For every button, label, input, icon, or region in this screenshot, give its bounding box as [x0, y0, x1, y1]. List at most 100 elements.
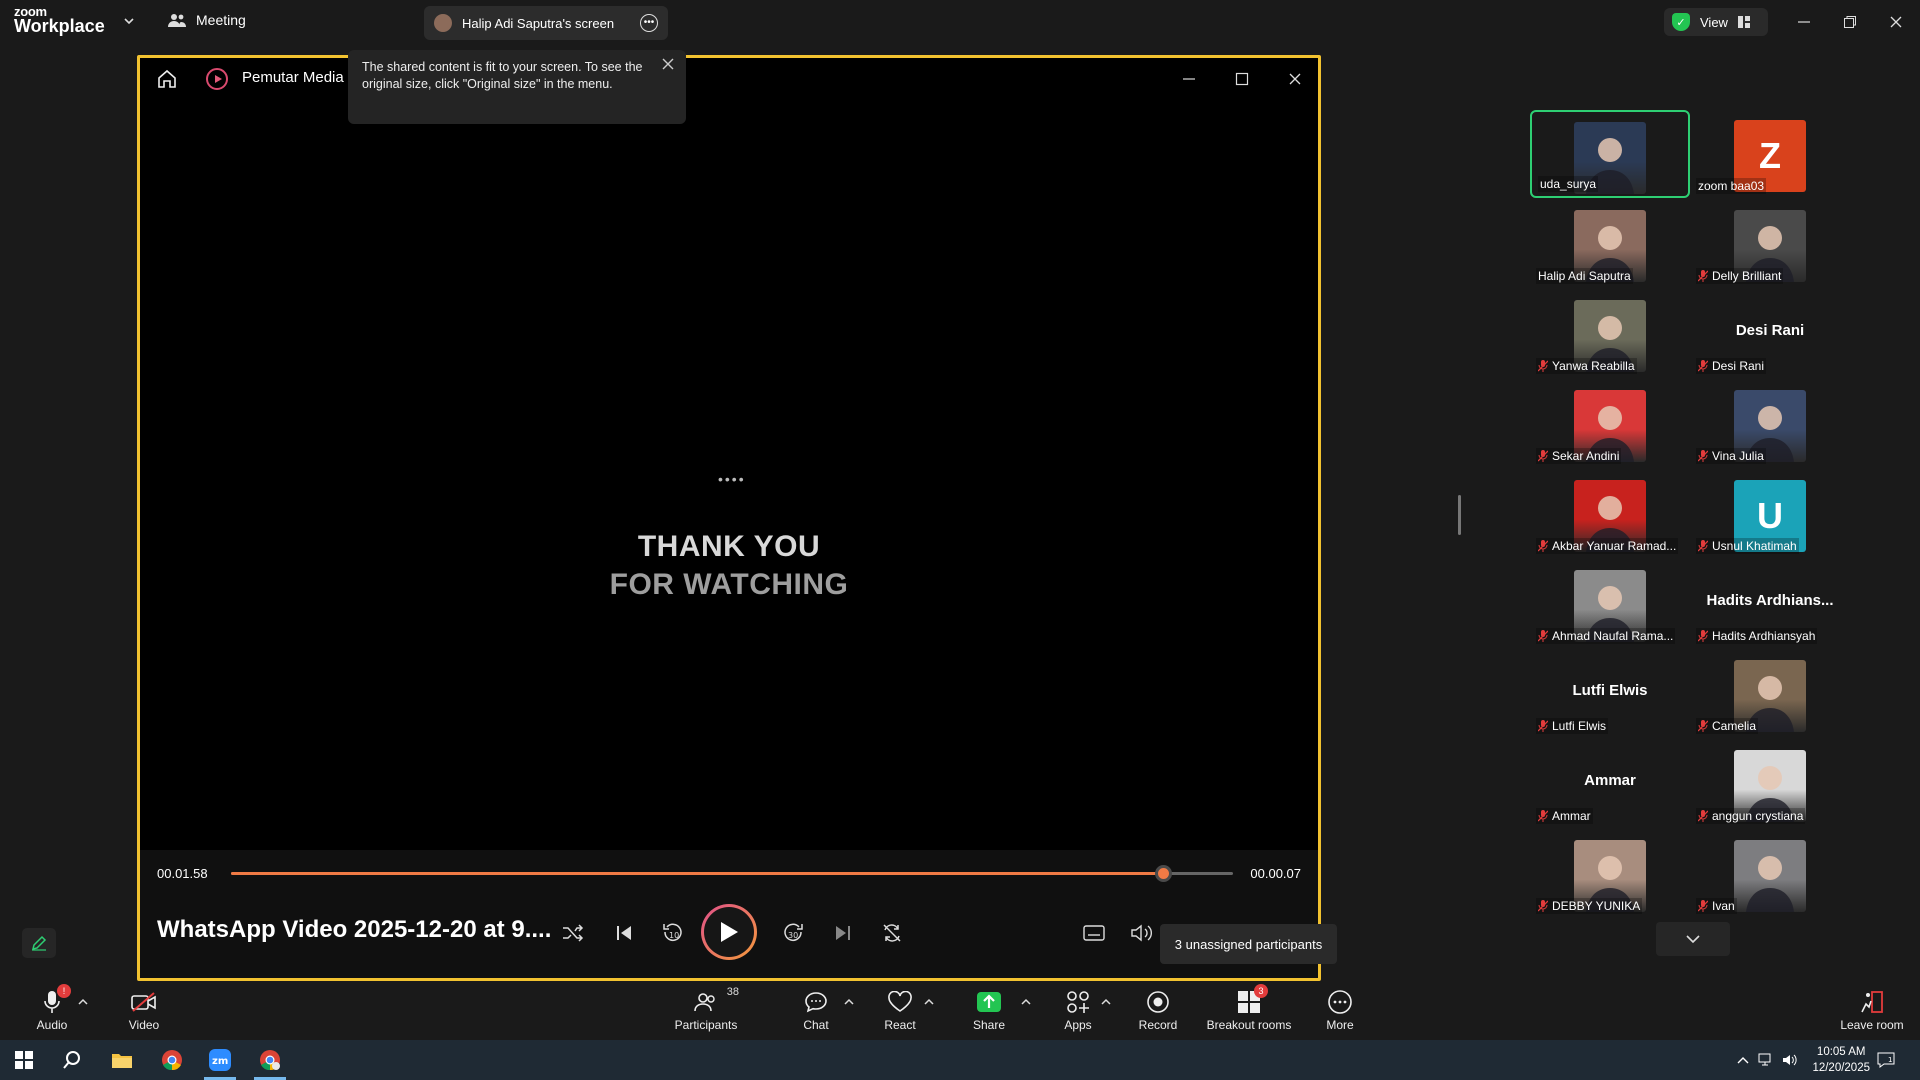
- chevron-up-icon[interactable]: [77, 996, 89, 1008]
- participant-name-label: Sekar Andini: [1552, 449, 1620, 463]
- view-button[interactable]: ✓ View: [1664, 8, 1768, 36]
- participant-name: Ahmad Naufal Rama...: [1536, 628, 1676, 644]
- meeting-label: Meeting: [196, 12, 246, 28]
- participant-tile[interactable]: Vina Julia: [1690, 380, 1850, 468]
- annotate-button[interactable]: [22, 928, 56, 958]
- audio-button[interactable]: ! Audio: [4, 984, 100, 1032]
- participant-video: [1734, 840, 1806, 912]
- participant-name: zoom baa03: [1696, 178, 1767, 194]
- participant-tile[interactable]: DEBBY YUNIKA: [1530, 830, 1690, 918]
- forward-30-icon[interactable]: 30: [778, 918, 808, 948]
- chrome-icon[interactable]: [148, 1040, 196, 1080]
- participant-name: anggun crystiana: [1696, 808, 1806, 824]
- participant-tile[interactable]: Halip Adi Saputra: [1530, 200, 1690, 288]
- meeting-tab[interactable]: Meeting: [168, 12, 246, 28]
- maximize-icon[interactable]: [1229, 66, 1255, 92]
- avatar: [434, 14, 452, 32]
- video-off-icon: [131, 992, 156, 1012]
- chat-button[interactable]: Chat: [768, 988, 864, 1032]
- seek-slider[interactable]: [231, 865, 1233, 882]
- next-icon[interactable]: [828, 918, 858, 948]
- zoom-app-icon[interactable]: zm: [196, 1040, 244, 1080]
- title-bar: zoom Workplace Meeting Halip Adi Saputra…: [0, 0, 1920, 44]
- participant-tile[interactable]: uda_surya: [1530, 110, 1690, 198]
- leave-room-button[interactable]: Leave room: [1824, 988, 1920, 1032]
- media-player-logo-icon: [206, 68, 228, 90]
- minimize-icon[interactable]: [1792, 10, 1816, 34]
- play-button[interactable]: [701, 904, 757, 960]
- more-button[interactable]: More: [1292, 988, 1388, 1032]
- file-explorer-icon[interactable]: [98, 1040, 146, 1080]
- gallery-scroll-down[interactable]: [1656, 922, 1730, 956]
- clock-time: 10:05 AM: [1816, 1046, 1866, 1058]
- notifications-icon[interactable]: 1: [1876, 1050, 1896, 1070]
- participant-tile[interactable]: Ivan: [1690, 830, 1850, 918]
- chevron-up-icon[interactable]: [923, 996, 935, 1008]
- participant-name: Desi Rani: [1696, 358, 1767, 374]
- participant-tile[interactable]: Ammar Ammar: [1530, 740, 1690, 828]
- network-icon[interactable]: [1756, 1050, 1776, 1070]
- participants-button[interactable]: 38 Participants: [658, 986, 754, 1032]
- current-time: 00.01.58: [157, 866, 208, 881]
- system-clock[interactable]: 10:05 AM 12/20/2025: [1812, 1044, 1870, 1076]
- windows-start-icon[interactable]: [0, 1040, 48, 1080]
- previous-icon[interactable]: [609, 918, 639, 948]
- minimize-icon[interactable]: [1176, 66, 1202, 92]
- record-icon: [1147, 991, 1169, 1013]
- close-icon[interactable]: [1884, 10, 1908, 34]
- participant-tile[interactable]: Hadits Ardhians... Hadits Ardhiansyah: [1690, 560, 1850, 648]
- participant-name-label: Usnul Khatimah: [1712, 539, 1797, 553]
- shuffle-icon[interactable]: [558, 918, 588, 948]
- seek-thumb[interactable]: [1154, 865, 1172, 882]
- participant-tile[interactable]: U Usnul Khatimah: [1690, 470, 1850, 558]
- subtitles-icon[interactable]: [1079, 918, 1109, 948]
- tray-chevron-icon[interactable]: [1733, 1050, 1753, 1070]
- react-button[interactable]: React: [852, 988, 948, 1032]
- mic-muted-icon: [1697, 720, 1709, 732]
- participant-tile[interactable]: Lutfi Elwis Lutfi Elwis: [1530, 650, 1690, 738]
- participant-tile[interactable]: Desi Rani Desi Rani: [1690, 290, 1850, 378]
- volume-icon[interactable]: [1127, 918, 1157, 948]
- seek-progress: [231, 872, 1163, 875]
- participant-name: Ivan: [1696, 898, 1737, 914]
- participant-name: uda_surya: [1538, 176, 1599, 192]
- gallery-resize-handle[interactable]: [1458, 495, 1461, 535]
- video-frame[interactable]: •••• THANK YOU FOR WATCHING: [140, 98, 1318, 850]
- participant-tile[interactable]: Yanwa Reabilla: [1530, 290, 1690, 378]
- participant-tile[interactable]: Camelia: [1690, 650, 1850, 738]
- participant-name: Halip Adi Saputra: [1536, 268, 1633, 284]
- video-title: WhatsApp Video 2025-12-20 at 9....: [157, 916, 552, 943]
- mic-muted-icon: [1537, 630, 1549, 642]
- view-label: View: [1700, 14, 1728, 30]
- breakout-rooms-button[interactable]: 3 Breakout rooms: [1200, 984, 1298, 1032]
- participant-tile[interactable]: Delly Brilliant: [1690, 200, 1850, 288]
- participant-tile[interactable]: Akbar Yanuar Ramad...: [1530, 470, 1690, 558]
- shared-screen-tab[interactable]: Halip Adi Saputra's screen •••: [424, 6, 668, 40]
- participant-display-name: Lutfi Elwis: [1572, 682, 1648, 699]
- participant-name: Yanwa Reabilla: [1536, 358, 1637, 374]
- close-icon[interactable]: [1282, 66, 1308, 92]
- chrome-profile-icon[interactable]: [246, 1040, 294, 1080]
- rewind-10-icon[interactable]: 10: [658, 918, 688, 948]
- home-icon[interactable]: [156, 68, 178, 90]
- record-button[interactable]: Record: [1110, 988, 1206, 1032]
- zoom-workplace-logo[interactable]: zoom Workplace: [14, 5, 105, 35]
- repeat-off-icon[interactable]: [877, 918, 907, 948]
- speaker-icon[interactable]: [1780, 1050, 1800, 1070]
- close-icon[interactable]: [660, 56, 676, 72]
- chevron-down-icon[interactable]: [122, 14, 136, 28]
- mic-muted-icon: [1697, 450, 1709, 462]
- participant-tile[interactable]: Ahmad Naufal Rama...: [1530, 560, 1690, 648]
- video-text-line1: THANK YOU: [637, 530, 821, 563]
- shared-screen: Pemutar Media •••• THANK YOU FOR WATCHIN…: [137, 55, 1321, 981]
- participant-tile[interactable]: Sekar Andini: [1530, 380, 1690, 468]
- participant-tile[interactable]: anggun crystiana: [1690, 740, 1850, 828]
- shield-check-icon[interactable]: ✓: [1672, 13, 1690, 31]
- participant-tile[interactable]: Zzoom baa03: [1690, 110, 1850, 198]
- video-button[interactable]: Video: [96, 988, 192, 1032]
- loading-indicator: ••••: [718, 471, 746, 487]
- search-icon[interactable]: [48, 1040, 96, 1080]
- more-options-icon[interactable]: •••: [640, 14, 658, 32]
- share-button[interactable]: Share: [941, 988, 1037, 1032]
- restore-icon[interactable]: [1838, 10, 1862, 34]
